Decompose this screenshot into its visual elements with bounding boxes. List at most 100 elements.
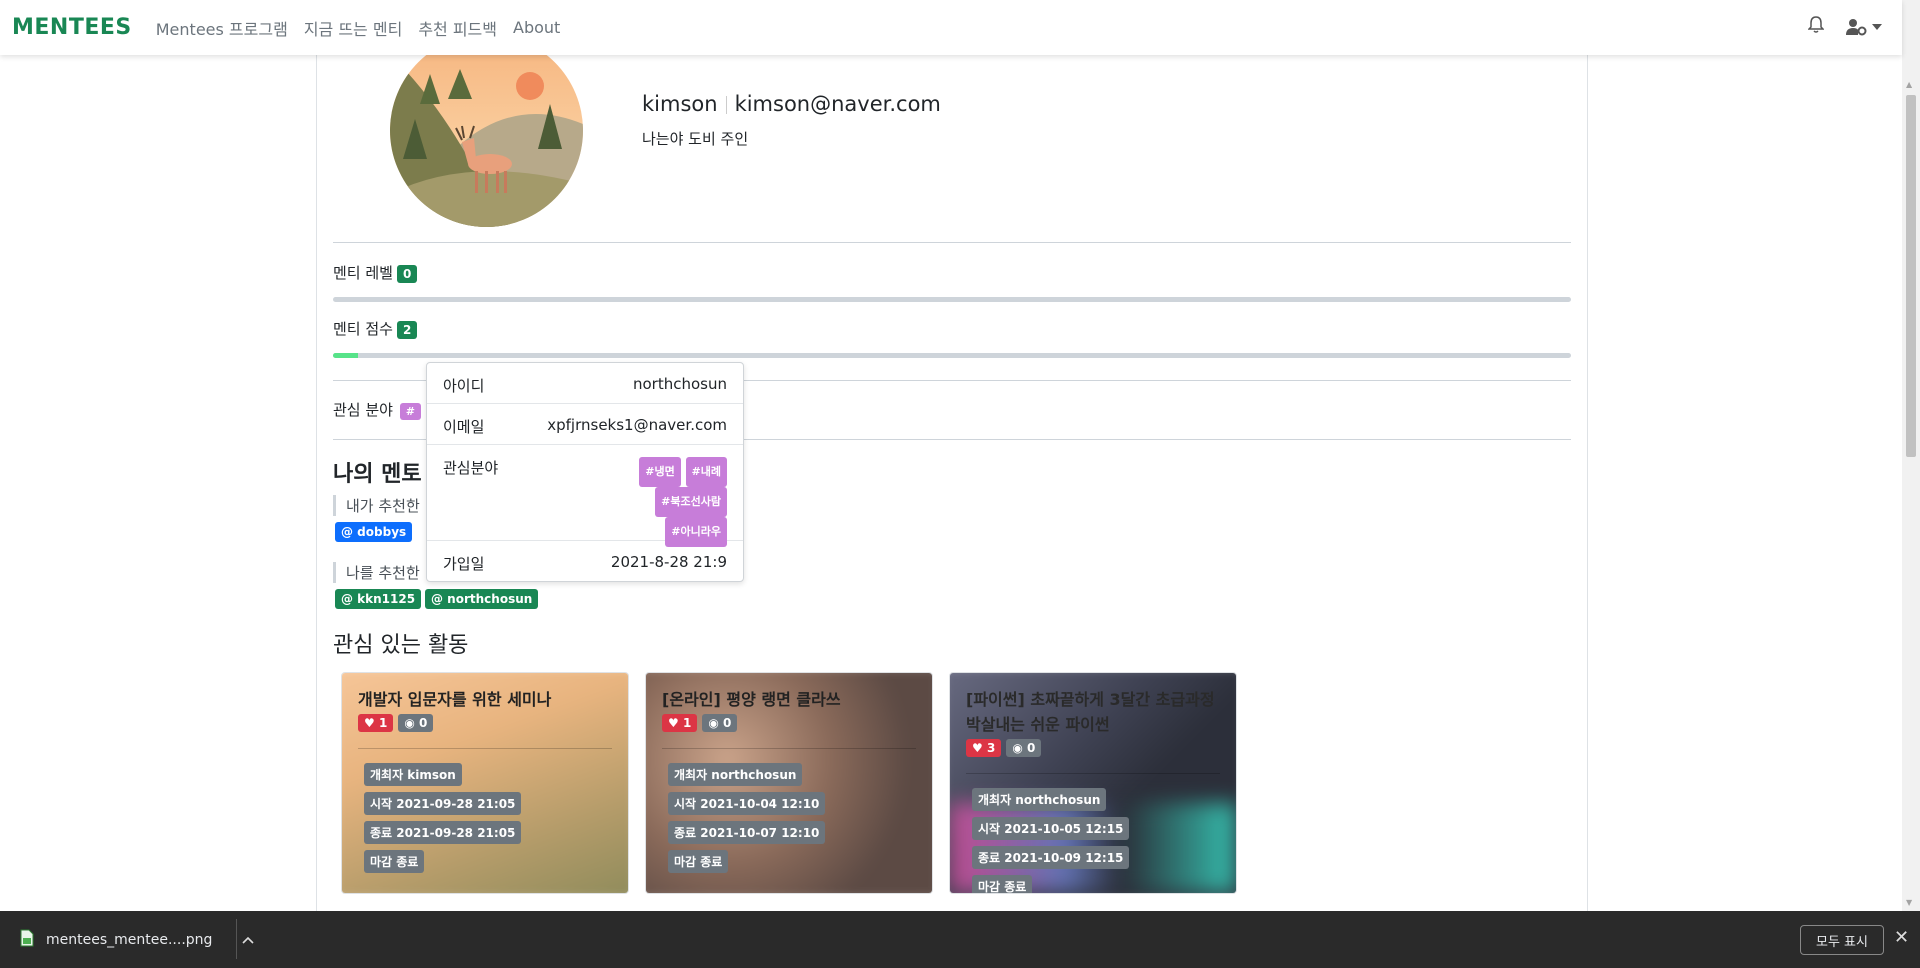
mentee-level-progress — [333, 297, 1571, 302]
interest-row: 관심 분야 # — [333, 399, 421, 420]
heart-icon: ♥ — [972, 741, 983, 755]
download-bar: mentees_mentee....png 모두 표시 ✕ — [0, 911, 1920, 968]
container-border-left — [316, 55, 317, 911]
card-badges: ♥ 1 ◉ 0 — [358, 714, 612, 732]
nav-link-trending[interactable]: 지금 뜨는 멘티 — [304, 16, 403, 40]
mentee-level-badge: 0 — [396, 264, 418, 283]
profile-email: kimson@naver.com — [734, 92, 941, 116]
view-count: 0 — [1026, 741, 1036, 755]
card-title[interactable]: 개발자 입문자를 위한 세미나 — [358, 687, 612, 712]
scroll-up-icon[interactable]: ▲ — [1906, 80, 1912, 89]
chevron-up-icon[interactable] — [242, 932, 254, 948]
card-divider — [358, 748, 612, 749]
container-border-right — [1587, 55, 1588, 911]
caret-down-icon — [1872, 24, 1882, 30]
card-title[interactable]: [온라인] 평양 랭면 클라쓰 — [662, 687, 916, 712]
card-start: 시작 2021-10-04 12:10 — [668, 792, 826, 815]
mentee-score-label: 멘티 점수 — [333, 320, 393, 338]
card-content: [파이썬] 초짜끝하게 3달간 초급과정 박살내는 쉬운 파이썬 ♥ 3 ◉ 0… — [950, 673, 1236, 893]
scroll-down-icon[interactable]: ▼ — [1906, 898, 1912, 907]
card-badges: ♥ 3 ◉ 0 — [966, 739, 1220, 757]
popover-id-value: northchosun — [633, 375, 727, 393]
mentee-score-badge: 2 — [396, 320, 418, 339]
nav-link-feedback[interactable]: 추천 피드백 — [418, 16, 497, 40]
eye-icon: ◉ — [404, 716, 415, 730]
popover-joined-row: 가입일 2021-8-28 21:9 — [427, 541, 743, 582]
mentee-level-row: 멘티 레벨 0 — [333, 262, 418, 283]
activity-card[interactable]: 개발자 입문자를 위한 세미나 ♥ 1 ◉ 0 개최자 kimson 시작 20… — [341, 672, 629, 894]
my-mentors-title: 나의 멘토 — [333, 462, 422, 487]
activity-card[interactable]: [온라인] 평양 랭면 클라쓰 ♥ 1 ◉ 0 개최자 northchosun … — [645, 672, 933, 894]
card-host: 개최자 northchosun — [668, 763, 803, 786]
popover-interest-label: 관심분야 — [443, 459, 499, 477]
heart-icon: ♥ — [668, 716, 679, 730]
popover-id-row: 아이디 northchosun — [427, 363, 743, 404]
bell-icon[interactable] — [1807, 16, 1825, 38]
card-content: 개발자 입문자를 위한 세미나 ♥ 1 ◉ 0 개최자 kimson 시작 20… — [342, 673, 628, 893]
like-count: 3 — [986, 741, 996, 755]
interest-tag[interactable]: # — [399, 403, 421, 420]
mentee-level-label: 멘티 레벨 — [333, 264, 393, 282]
view-count: 0 — [722, 716, 732, 730]
mention-dobbys[interactable]: @ dobbys — [335, 522, 413, 542]
card-title[interactable]: [파이썬] 초짜끝하게 3달간 초급과정 박살내는 쉬운 파이썬 — [966, 687, 1220, 737]
like-count: 1 — [378, 716, 388, 730]
card-end: 종료 2021-10-09 12:15 — [972, 846, 1130, 869]
card-status: 마감 종료 — [364, 850, 425, 873]
card-content: [온라인] 평양 랭면 클라쓰 ♥ 1 ◉ 0 개최자 northchosun … — [646, 673, 932, 893]
popover-tag[interactable]: #북조선사람 — [655, 487, 727, 517]
nav-link-about[interactable]: About — [513, 18, 560, 37]
download-file-name: mentees_mentee....png — [46, 932, 213, 948]
like-count: 1 — [682, 716, 692, 730]
image-file-icon — [20, 929, 34, 951]
card-divider — [966, 773, 1220, 774]
eye-icon: ◉ — [708, 716, 719, 730]
popover-interest-row: 관심분야 #냉면 #내례 #북조선사람 #아니라우 — [427, 445, 743, 547]
interest-label: 관심 분야 — [333, 401, 393, 419]
card-divider — [662, 748, 916, 749]
view-badge: ◉ 0 — [1006, 739, 1042, 757]
card-status: 마감 종료 — [972, 875, 1033, 893]
popover-email-label: 이메일 — [443, 418, 485, 436]
card-host: 개최자 northchosun — [972, 788, 1107, 811]
like-badge[interactable]: ♥ 1 — [358, 714, 394, 732]
popover-tags: #냉면 #내례 #북조선사람 #아니라우 — [607, 457, 727, 547]
mention-kkn1125[interactable]: @ kkn1125 — [335, 589, 422, 609]
profile-username: kimson — [642, 92, 718, 116]
nav-link-programs[interactable]: Mentees 프로그램 — [156, 16, 288, 40]
popover-email-value: xpfjrnseks1@naver.com — [547, 416, 727, 434]
activities-title: 관심 있는 활동 — [333, 633, 469, 658]
view-badge: ◉ 0 — [398, 714, 434, 732]
view-count: 0 — [418, 716, 428, 730]
mention-northchosun[interactable]: @ northchosun — [425, 589, 539, 609]
popover-joined-label: 가입일 — [443, 555, 485, 573]
activity-card[interactable]: [파이썬] 초짜끝하게 3달간 초급과정 박살내는 쉬운 파이썬 ♥ 3 ◉ 0… — [949, 672, 1237, 894]
scrollbar-thumb[interactable] — [1906, 95, 1916, 457]
card-badges: ♥ 1 ◉ 0 — [662, 714, 916, 732]
mentee-score-progress — [333, 353, 1571, 358]
navbar: MENTEES Mentees 프로그램 지금 뜨는 멘티 추천 피드백 Abo… — [0, 0, 1902, 55]
download-divider — [236, 919, 237, 959]
popover-tag[interactable]: #냉면 — [639, 457, 681, 487]
download-item[interactable]: mentees_mentee....png — [20, 929, 254, 951]
user-info-popover: 아이디 northchosun 이메일 xpfjrnseks1@naver.co… — [426, 362, 744, 582]
profile-header: kimson kimson@naver.com — [642, 92, 941, 116]
i-recommended-label: 내가 추천한 — [333, 495, 420, 516]
card-start: 시작 2021-09-28 21:05 — [364, 792, 522, 815]
like-badge[interactable]: ♥ 1 — [662, 714, 698, 732]
brand-logo[interactable]: MENTEES — [12, 15, 132, 40]
recommended-me-label: 나를 추천한 — [333, 562, 420, 583]
card-status: 마감 종료 — [668, 850, 729, 873]
profile-bio: 나는야 도비 주인 — [642, 130, 749, 148]
mentee-score-progress-fill — [333, 353, 358, 358]
heart-icon: ♥ — [364, 716, 375, 730]
close-icon[interactable]: ✕ — [1894, 927, 1909, 948]
show-all-button[interactable]: 모두 표시 — [1800, 925, 1884, 955]
popover-email-row: 이메일 xpfjrnseks1@naver.com — [427, 404, 743, 445]
like-badge[interactable]: ♥ 3 — [966, 739, 1002, 757]
popover-joined-value: 2021-8-28 21:9 — [610, 553, 727, 571]
card-end: 종료 2021-10-07 12:10 — [668, 821, 826, 844]
popover-tag[interactable]: #내례 — [685, 457, 727, 487]
user-settings-icon[interactable] — [1846, 18, 1882, 36]
eye-icon: ◉ — [1012, 741, 1023, 755]
